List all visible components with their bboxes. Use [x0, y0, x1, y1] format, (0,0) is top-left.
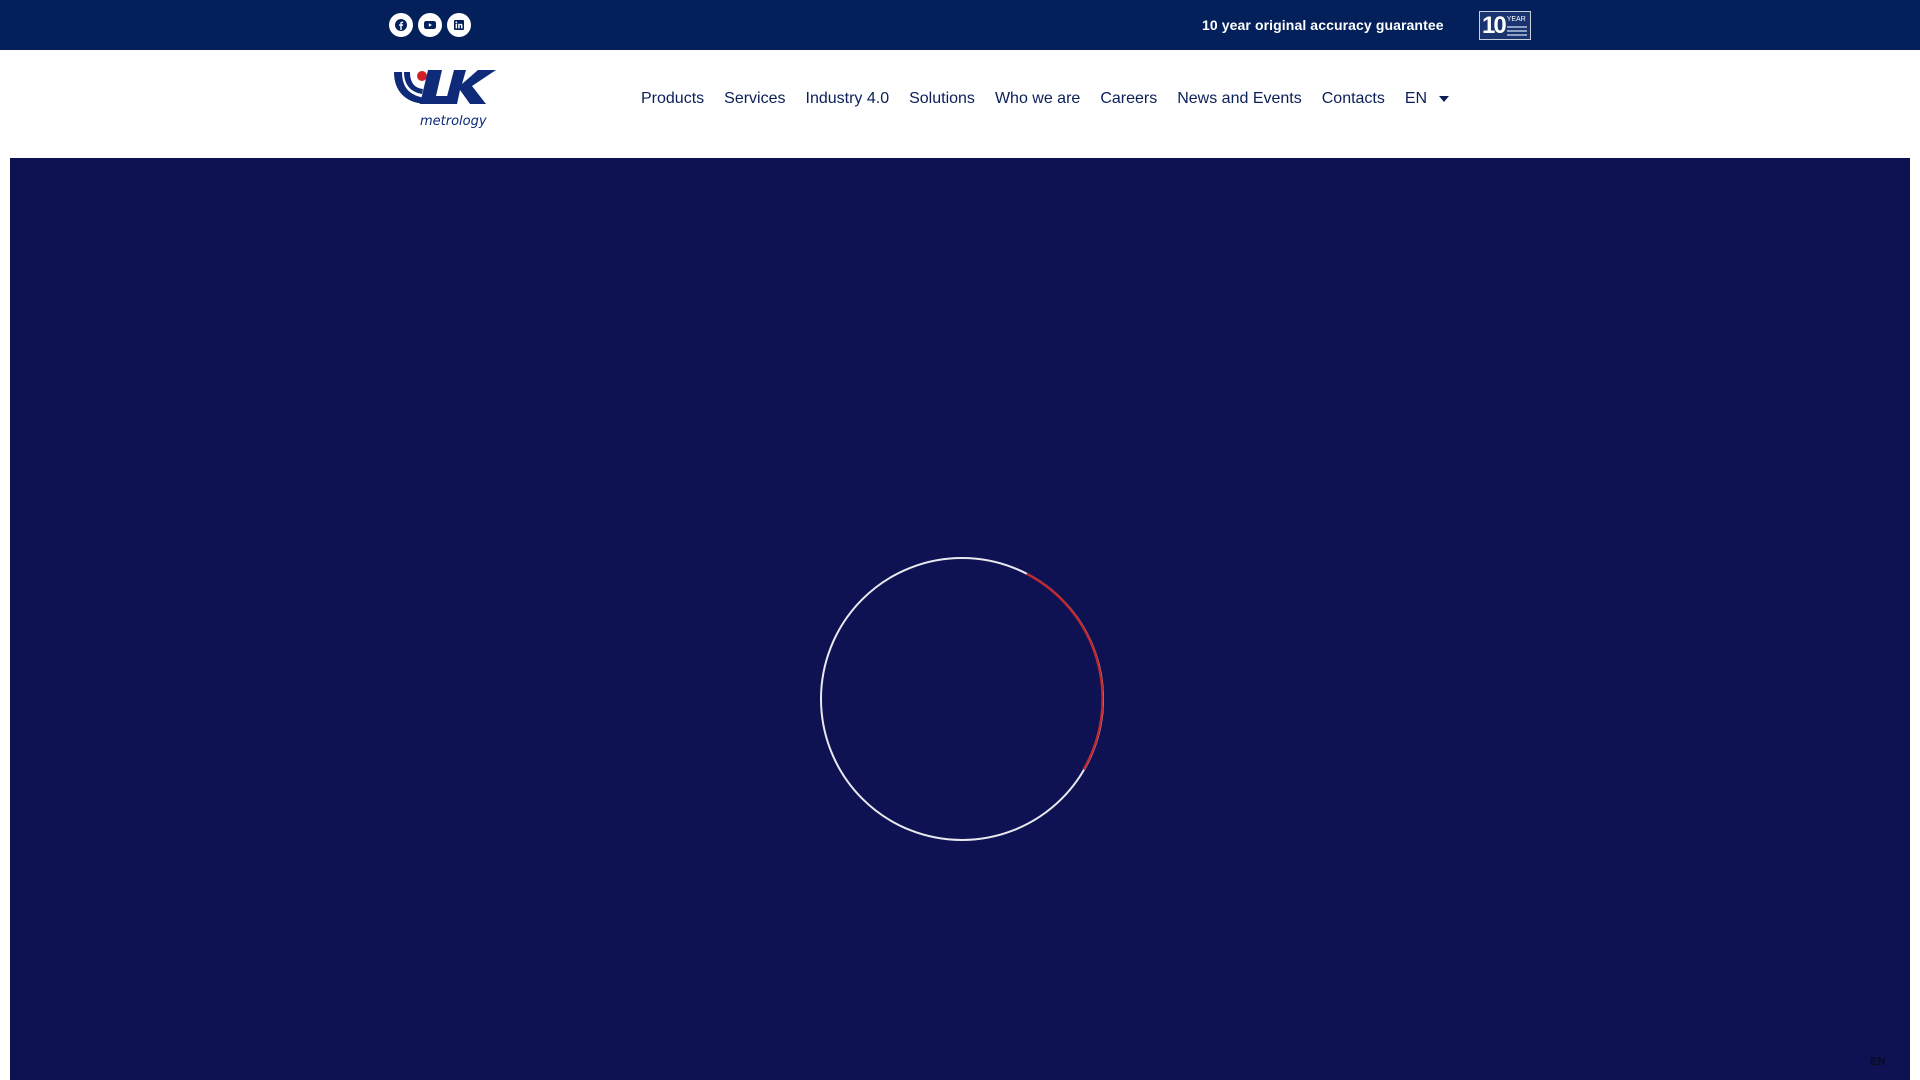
language-label: EN — [1404, 90, 1428, 107]
chevron-down-icon — [1439, 96, 1450, 102]
nav-who-we-are[interactable]: Who we are — [995, 90, 1080, 108]
nav-services[interactable]: Services — [724, 90, 785, 108]
nav-industry-4-0[interactable]: Industry 4.0 — [806, 90, 890, 108]
youtube-link[interactable] — [418, 13, 442, 37]
logo-text: metrology — [420, 114, 487, 129]
top-bar: 10 year original accuracy guarantee 10 Y… — [0, 0, 1920, 50]
corner-language-label: EN — [1870, 1056, 1886, 1068]
linkedin-link[interactable] — [447, 13, 471, 37]
nav-news-and-events[interactable]: News and Events — [1177, 90, 1302, 108]
youtube-icon — [424, 21, 436, 29]
guarantee-text: 10 year original accuracy guarantee — [1202, 17, 1444, 33]
lk-metrology-logo[interactable]: metrology — [392, 68, 504, 130]
nav-contacts[interactable]: Contacts — [1322, 90, 1385, 108]
nav-solutions[interactable]: Solutions — [909, 90, 975, 108]
ten-year-badge: 10 YEAR — [1479, 11, 1531, 40]
social-links — [389, 13, 471, 37]
badge-number: 10 — [1482, 11, 1507, 39]
linkedin-icon — [454, 20, 464, 30]
site-header: metrology Products Services Industry 4.0… — [0, 50, 1920, 158]
logo-mark-icon: metrology — [394, 70, 496, 129]
main-nav: Products Services Industry 4.0 Solutions… — [641, 90, 1450, 108]
nav-careers[interactable]: Careers — [1100, 90, 1157, 108]
nav-products[interactable]: Products — [641, 90, 704, 108]
facebook-icon — [395, 19, 407, 31]
facebook-link[interactable] — [389, 13, 413, 37]
loading-spinner-icon — [820, 557, 1104, 841]
language-selector[interactable]: EN — [1404, 90, 1450, 108]
hero-section — [10, 158, 1910, 1080]
badge-label: YEAR — [1506, 15, 1526, 23]
